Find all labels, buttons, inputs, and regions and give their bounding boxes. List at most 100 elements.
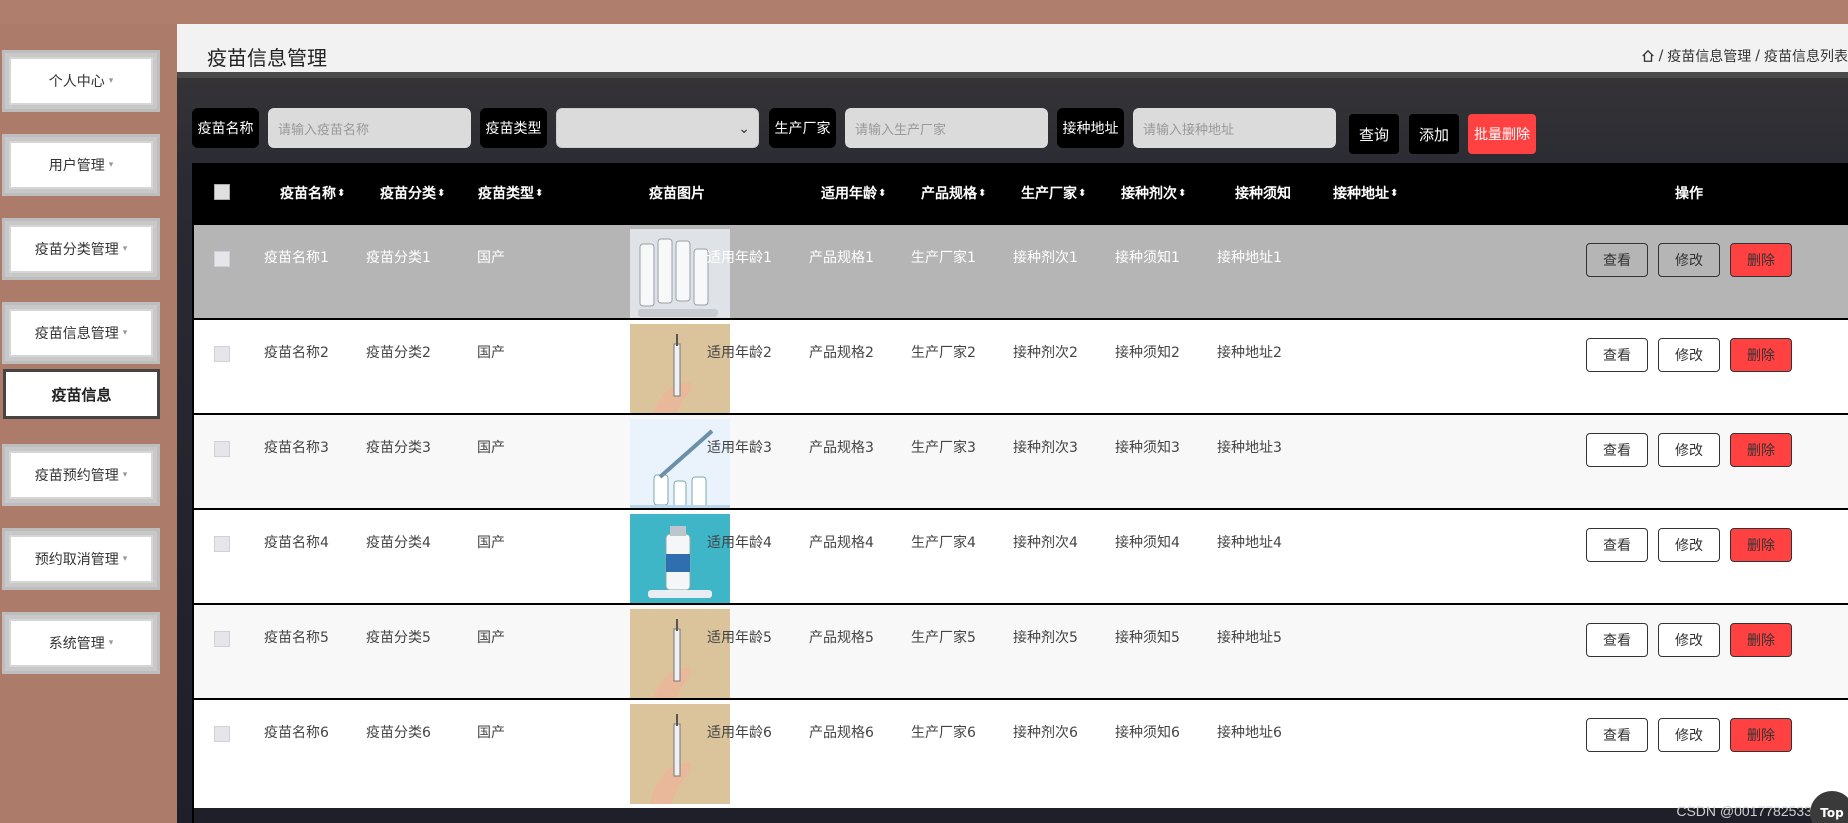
cell-notice: 接种须知5 xyxy=(1115,630,1180,646)
cell-category: 疫苗分类2 xyxy=(366,345,431,361)
manufacturer-input[interactable]: 请输入生产厂家 xyxy=(845,108,1048,148)
view-button[interactable]: 查看 xyxy=(1586,718,1648,752)
column-header-image: 疫苗图片 xyxy=(649,186,705,202)
cell-notice: 接种须知3 xyxy=(1115,440,1180,456)
cell-spec: 产品规格6 xyxy=(809,725,874,741)
vaccine-image[interactable] xyxy=(630,229,730,329)
row-checkbox[interactable] xyxy=(214,631,230,647)
edit-button[interactable]: 修改 xyxy=(1658,718,1720,752)
vaccine-name-input[interactable]: 请输入疫苗名称 xyxy=(268,108,471,148)
edit-button[interactable]: 修改 xyxy=(1658,243,1720,277)
column-header-address[interactable]: 接种地址 ⬍ xyxy=(1333,163,1398,223)
address-label: 接种地址 xyxy=(1057,108,1124,148)
vaccine-image[interactable] xyxy=(630,704,730,804)
table-row[interactable]: 疫苗名称5 疫苗分类5 国产 适用年龄5 产品规格5 生产厂家5 接种剂次5 接… xyxy=(194,603,1848,713)
delete-button[interactable]: 删除 xyxy=(1730,623,1792,657)
sidebar-item-user-management[interactable]: 用户管理 ▾ xyxy=(2,134,160,196)
cell-age: 适用年龄4 xyxy=(707,535,772,551)
column-header-category[interactable]: 疫苗分类 ⬍ xyxy=(380,163,445,223)
column-header-maker[interactable]: 生产厂家 ⬍ xyxy=(1021,163,1086,223)
cell-maker: 生产厂家3 xyxy=(911,440,976,456)
column-header-spec[interactable]: 产品规格 ⬍ xyxy=(921,163,986,223)
edit-button[interactable]: 修改 xyxy=(1658,528,1720,562)
row-checkbox[interactable] xyxy=(214,441,230,457)
vaccine-image[interactable] xyxy=(630,419,730,519)
sort-icon[interactable]: ⬍ xyxy=(1390,188,1398,199)
cell-maker: 生产厂家1 xyxy=(911,250,976,266)
delete-button[interactable]: 删除 xyxy=(1730,528,1792,562)
edit-button[interactable]: 修改 xyxy=(1658,623,1720,657)
vaccine-image[interactable] xyxy=(630,609,730,709)
sort-icon[interactable]: ⬍ xyxy=(437,188,445,199)
table-row[interactable]: 疫苗名称3 疫苗分类3 国产 适用年龄3 产品规格3 生产厂家3 接种剂次3 接… xyxy=(194,413,1848,523)
search-bar: 疫苗名称 请输入疫苗名称 疫苗类型 ⌄ 生产厂家 请输入生产厂家 接种地址 请输… xyxy=(192,108,1848,154)
sort-icon[interactable]: ⬍ xyxy=(535,188,543,199)
cell-notice: 接种须知1 xyxy=(1115,250,1180,266)
vaccine-image[interactable] xyxy=(630,514,730,614)
cell-name: 疫苗名称6 xyxy=(264,725,329,741)
column-header-name[interactable]: 疫苗名称 ⬍ xyxy=(280,163,345,223)
cell-dose: 接种剂次2 xyxy=(1013,345,1078,361)
table-row[interactable]: 疫苗名称4 疫苗分类4 国产 适用年龄4 产品规格4 生产厂家4 接种剂次4 接… xyxy=(194,508,1848,618)
vaccine-type-select[interactable]: ⌄ xyxy=(556,108,759,148)
sidebar-item-label: 系统管理 xyxy=(48,636,105,652)
view-button[interactable]: 查看 xyxy=(1586,338,1648,372)
breadcrumb-item[interactable]: 疫苗信息管理 xyxy=(1667,46,1751,66)
main-content: 疫苗信息管理 / 疫苗信息管理 / 疫苗信息列表 疫苗名称 请输入疫苗名称 疫苗… xyxy=(177,24,1848,823)
column-header-type[interactable]: 疫苗类型 ⬍ xyxy=(478,163,543,223)
cell-dose: 接种剂次5 xyxy=(1013,630,1078,646)
cell-name: 疫苗名称3 xyxy=(264,440,329,456)
column-header-dose[interactable]: 接种剂次 ⬍ xyxy=(1121,163,1186,223)
watermark: CSDN @0017782533 xyxy=(1676,803,1812,819)
view-button[interactable]: 查看 xyxy=(1586,243,1648,277)
edit-button[interactable]: 修改 xyxy=(1658,338,1720,372)
view-button[interactable]: 查看 xyxy=(1586,433,1648,467)
row-checkbox[interactable] xyxy=(214,536,230,552)
table-row[interactable]: 疫苗名称6 疫苗分类6 国产 适用年龄6 产品规格6 生产厂家6 接种剂次6 接… xyxy=(194,698,1848,808)
sidebar-item-vaccine-info[interactable]: 疫苗信息管理 ▾ xyxy=(2,302,160,364)
chevron-down-icon: ▾ xyxy=(108,160,114,170)
sidebar-item-vaccine-category[interactable]: 疫苗分类管理 ▾ xyxy=(2,218,160,280)
table-row[interactable]: 疫苗名称1 疫苗分类1 国产 适用年龄1 产品规格1 生产厂家1 接种剂次1 接… xyxy=(194,223,1848,333)
delete-button[interactable]: 删除 xyxy=(1730,243,1792,277)
chevron-down-icon: ▾ xyxy=(122,244,128,254)
delete-button[interactable]: 删除 xyxy=(1730,338,1792,372)
cell-spec: 产品规格1 xyxy=(809,250,874,266)
add-button[interactable]: 添加 xyxy=(1409,114,1459,154)
select-all-checkbox[interactable] xyxy=(214,184,230,200)
query-button[interactable]: 查询 xyxy=(1349,114,1399,154)
row-checkbox[interactable] xyxy=(214,251,230,267)
address-input[interactable]: 请输入接种地址 xyxy=(1133,108,1336,148)
view-button[interactable]: 查看 xyxy=(1586,623,1648,657)
page-title: 疫苗信息管理 xyxy=(207,46,327,70)
sort-icon[interactable]: ⬍ xyxy=(878,188,886,199)
home-icon[interactable] xyxy=(1641,49,1655,63)
sort-icon[interactable]: ⬍ xyxy=(337,188,345,199)
edit-button[interactable]: 修改 xyxy=(1658,433,1720,467)
sidebar-item-system[interactable]: 系统管理 ▾ xyxy=(2,612,160,674)
cell-spec: 产品规格3 xyxy=(809,440,874,456)
sort-icon[interactable]: ⬍ xyxy=(978,188,986,199)
cell-age: 适用年龄5 xyxy=(707,630,772,646)
sort-icon[interactable]: ⬍ xyxy=(1178,188,1186,199)
row-checkbox[interactable] xyxy=(214,346,230,362)
cell-dose: 接种剂次1 xyxy=(1013,250,1078,266)
vaccine-table: 疫苗名称 ⬍ 疫苗分类 ⬍ 疫苗类型 ⬍ 疫苗图片 适用年龄 ⬍ 产品规格 ⬍ 生产厂家 ⬍… xyxy=(192,163,1848,823)
vaccine-image[interactable] xyxy=(630,324,730,424)
batch-delete-button[interactable]: 批量删除 xyxy=(1468,114,1536,154)
top-strip xyxy=(0,0,1848,24)
row-checkbox[interactable] xyxy=(214,726,230,742)
chevron-down-icon: ▾ xyxy=(122,328,128,338)
cell-address: 接种地址2 xyxy=(1217,345,1282,361)
delete-button[interactable]: 删除 xyxy=(1730,718,1792,752)
view-button[interactable]: 查看 xyxy=(1586,528,1648,562)
sidebar-item-vaccine-booking[interactable]: 疫苗预约管理 ▾ xyxy=(2,444,160,506)
sidebar-item-personal-center[interactable]: 个人中心 ▾ xyxy=(2,50,160,112)
sidebar-item-booking-cancel[interactable]: 预约取消管理 ▾ xyxy=(2,528,160,590)
table-row[interactable]: 疫苗名称2 疫苗分类2 国产 适用年龄2 产品规格2 生产厂家2 接种剂次2 接… xyxy=(194,318,1848,428)
cell-name: 疫苗名称2 xyxy=(264,345,329,361)
column-header-age[interactable]: 适用年龄 ⬍ xyxy=(821,163,886,223)
sidebar-subitem-vaccine-info[interactable]: 疫苗信息 xyxy=(3,369,160,419)
delete-button[interactable]: 删除 xyxy=(1730,433,1792,467)
sort-icon[interactable]: ⬍ xyxy=(1078,188,1086,199)
